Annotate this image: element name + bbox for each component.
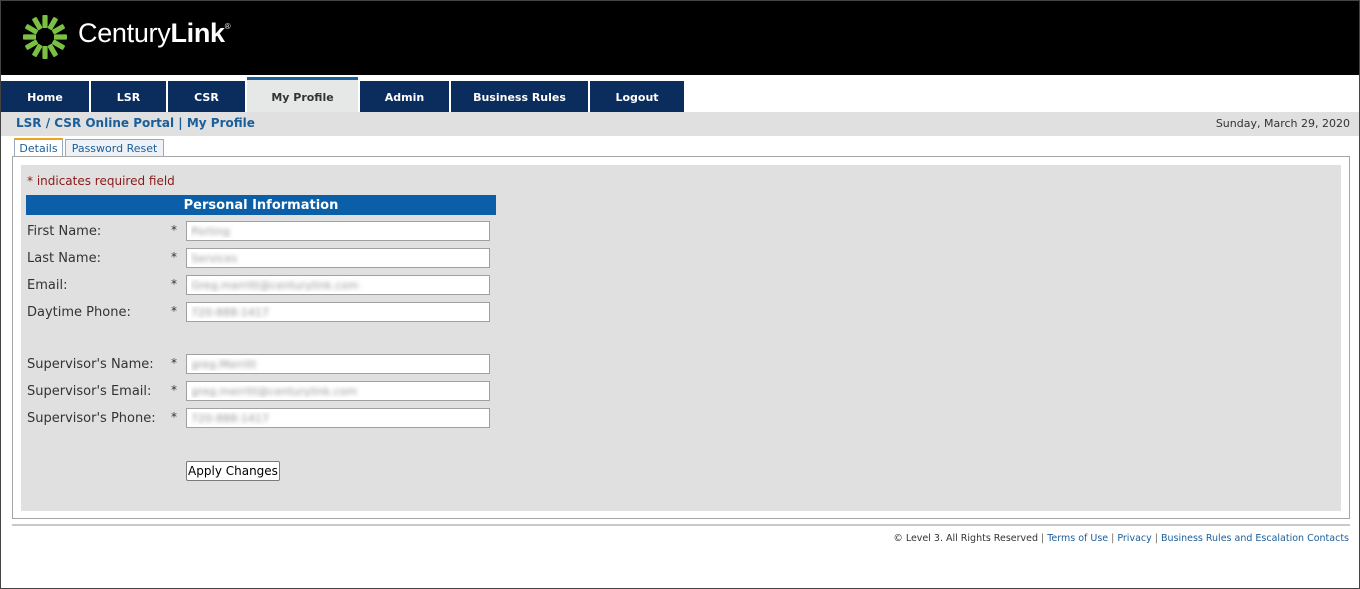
breadcrumb-bar: LSR / CSR Online Portal | My Profile Sun…	[1, 112, 1359, 136]
apply-changes-button[interactable]: Apply Changes	[186, 461, 280, 481]
brand-wordmark: CenturyLink®	[78, 18, 231, 49]
required-marker: *	[171, 304, 177, 318]
required-marker: *	[171, 356, 177, 370]
email-label: Email:	[27, 278, 68, 293]
first-name-input[interactable]	[186, 221, 490, 241]
required-marker: *	[171, 223, 177, 237]
required-marker: *	[171, 250, 177, 264]
breadcrumb: LSR / CSR Online Portal | My Profile	[16, 116, 255, 130]
details-panel: * indicates required field Personal Info…	[12, 156, 1350, 519]
footer-copyright: © Level 3. All Rights Reserved	[893, 533, 1039, 544]
footer-link-privacy[interactable]: Privacy	[1117, 533, 1151, 544]
section-header-personal-information: Personal Information	[26, 195, 496, 215]
supervisor-phone-label: Supervisor's Phone:	[27, 411, 156, 426]
supervisor-name-input[interactable]	[186, 354, 490, 374]
brand-name-light: Century	[78, 18, 171, 48]
nav-admin[interactable]: Admin	[360, 81, 449, 114]
required-marker: *	[171, 383, 177, 397]
footer-separator: |	[1111, 533, 1115, 544]
first-name-label: First Name:	[27, 224, 102, 239]
footer-separator: |	[1041, 533, 1045, 544]
nav-lsr[interactable]: LSR	[91, 81, 166, 114]
required-marker: *	[171, 410, 177, 424]
footer-link-terms-of-use[interactable]: Terms of Use	[1047, 533, 1108, 544]
last-name-input[interactable]	[186, 248, 490, 268]
tab-password-reset[interactable]: Password Reset	[65, 139, 164, 157]
supervisor-name-label: Supervisor's Name:	[27, 357, 154, 372]
centurylink-logo-icon	[23, 15, 67, 59]
daytime-phone-input[interactable]	[186, 302, 490, 322]
footer-link-business-rules-contacts[interactable]: Business Rules and Escalation Contacts	[1161, 533, 1349, 544]
last-name-label: Last Name:	[27, 251, 101, 266]
footer: © Level 3. All Rights Reserved | Terms of …	[893, 533, 1349, 544]
brand-name-bold: Link	[170, 18, 225, 48]
footer-divider	[12, 524, 1350, 526]
required-field-note: * indicates required field	[27, 174, 175, 188]
nav-logout[interactable]: Logout	[590, 81, 684, 114]
nav-csr[interactable]: CSR	[168, 81, 245, 114]
top-banner: CenturyLink®	[1, 1, 1359, 75]
supervisor-phone-input[interactable]	[186, 408, 490, 428]
tab-details[interactable]: Details	[14, 138, 63, 157]
supervisor-email-input[interactable]	[186, 381, 490, 401]
supervisor-email-label: Supervisor's Email:	[27, 384, 152, 399]
nav-home[interactable]: Home	[1, 81, 89, 114]
current-date: Sunday, March 29, 2020	[1215, 117, 1350, 130]
profile-form: * indicates required field Personal Info…	[21, 165, 1341, 511]
footer-separator: |	[1154, 533, 1158, 544]
registered-mark: ®	[224, 22, 231, 31]
required-marker: *	[171, 277, 177, 291]
daytime-phone-label: Daytime Phone:	[27, 305, 131, 320]
email-input[interactable]	[186, 275, 490, 295]
nav-business-rules[interactable]: Business Rules	[451, 81, 588, 114]
nav-my-profile[interactable]: My Profile	[247, 77, 358, 114]
